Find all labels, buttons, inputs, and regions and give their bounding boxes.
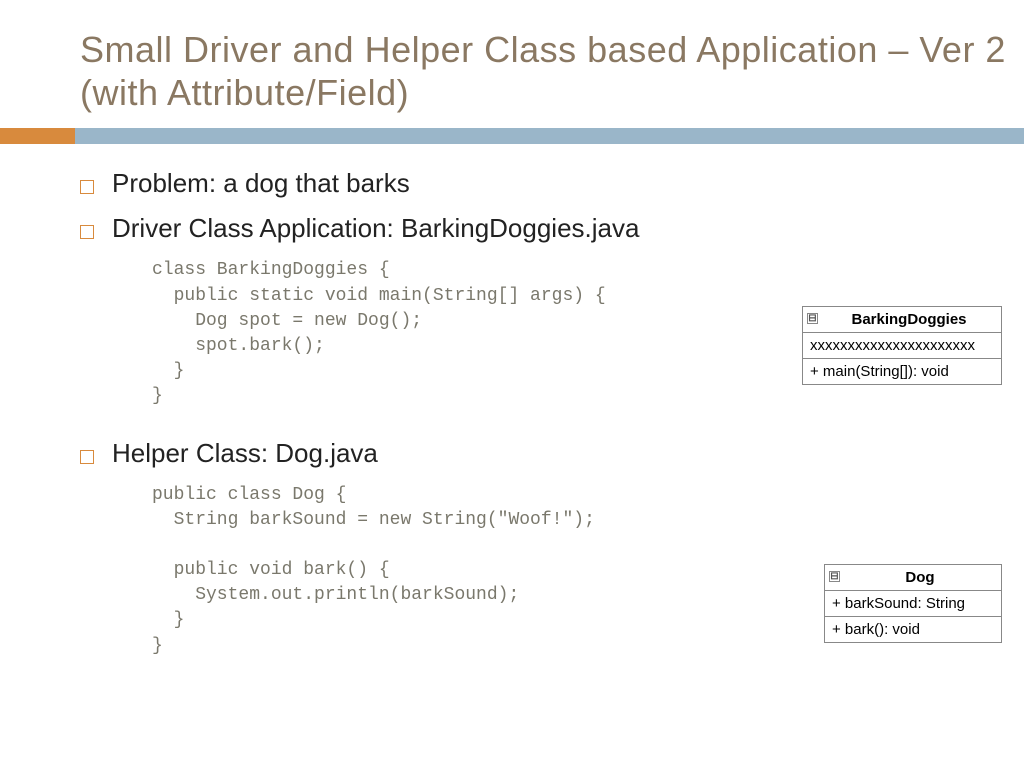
bullet-icon: [80, 180, 94, 194]
bullet-helper: Helper Class: Dog.java: [80, 438, 1006, 469]
uml-driver-class: ⊟ BarkingDoggies xxxxxxxxxxxxxxxxxxxxxx …: [802, 306, 1002, 385]
bullet-icon: [80, 225, 94, 239]
uml-driver-name: BarkingDoggies: [851, 311, 966, 328]
uml-helper-name: Dog: [905, 569, 934, 586]
uml-driver-header: ⊟ BarkingDoggies: [803, 307, 1001, 333]
bullet-helper-text: Helper Class: Dog.java: [112, 438, 378, 469]
uml-helper-methods: + bark(): void: [825, 617, 1001, 642]
uml-helper-class: ⊟ Dog + barkSound: String + bark(): void: [824, 564, 1002, 643]
title-divider: [0, 128, 1024, 144]
bullet-icon: [80, 450, 94, 464]
uml-helper-header: ⊟ Dog: [825, 565, 1001, 591]
bullet-problem: Problem: a dog that barks: [80, 168, 1006, 199]
uml-driver-methods: + main(String[]): void: [803, 359, 1001, 384]
bullet-problem-text: Problem: a dog that barks: [112, 168, 410, 199]
uml-driver-attrs: xxxxxxxxxxxxxxxxxxxxxx: [803, 333, 1001, 359]
bullet-driver-text: Driver Class Application: BarkingDoggies…: [112, 213, 639, 244]
collapse-icon: ⊟: [829, 571, 840, 582]
bullet-driver: Driver Class Application: BarkingDoggies…: [80, 213, 1006, 244]
uml-helper-attrs: + barkSound: String: [825, 591, 1001, 617]
collapse-icon: ⊟: [807, 313, 818, 324]
divider-main: [75, 128, 1024, 144]
divider-accent: [0, 128, 75, 144]
slide-title: Small Driver and Helper Class based Appl…: [0, 0, 1024, 114]
